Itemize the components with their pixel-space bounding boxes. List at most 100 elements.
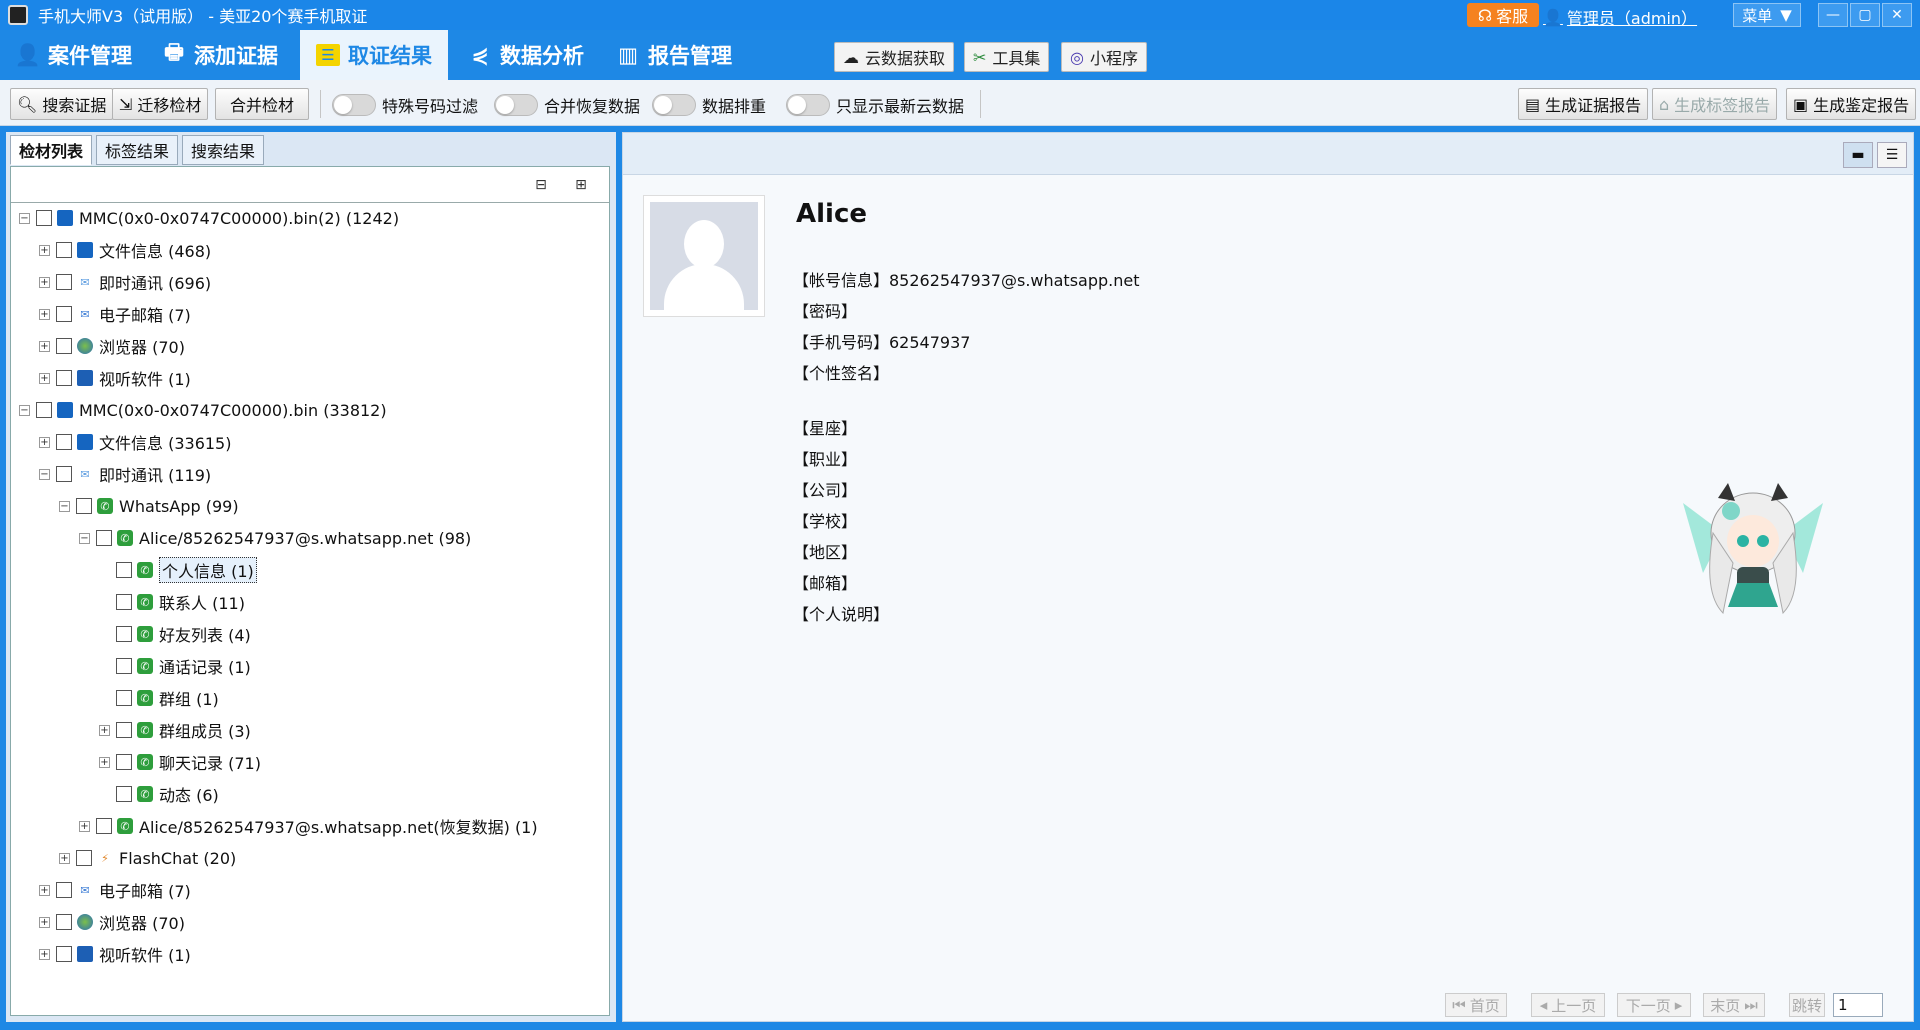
tree-checkbox[interactable] (76, 850, 92, 866)
expand-node-icon[interactable]: + (39, 436, 50, 448)
tree-checkbox[interactable] (56, 242, 72, 258)
toolkit-button[interactable]: ✂ 工具集 (964, 42, 1050, 72)
tree-node[interactable]: + 浏览器 (70) (39, 333, 185, 359)
tree-node[interactable]: − ✆ Alice/85262547937@s.whatsapp.net (98) (79, 525, 471, 551)
tree-checkbox[interactable] (56, 370, 72, 386)
tree-node[interactable]: + ✆ Alice/85262547937@s.whatsapp.net(恢复数据)… (79, 813, 538, 839)
expand-node-icon[interactable]: + (39, 340, 50, 352)
prev-page-button[interactable]: ◂ 上一页 (1531, 993, 1605, 1017)
tree-node[interactable]: + ✆ 群组成员 (3) (99, 717, 251, 743)
tree-node[interactable]: + ✉ 电子邮箱 (7) (39, 877, 191, 903)
expand-node-icon[interactable]: + (39, 308, 50, 320)
page-number-input[interactable]: 1 (1833, 993, 1883, 1017)
latest-cloud-data-toggle[interactable]: 只显示最新云数据 (786, 93, 964, 117)
tab-search-results[interactable]: 搜索结果 (182, 135, 265, 165)
expand-node-icon[interactable]: + (59, 852, 70, 864)
tree-checkbox[interactable] (116, 594, 132, 610)
tree-checkbox[interactable] (116, 658, 132, 674)
generate-appraisal-report-button[interactable]: ▣ 生成鉴定报告 (1786, 88, 1917, 120)
mini-program-button[interactable]: ◎ 小程序 (1061, 42, 1147, 72)
tree-checkbox[interactable] (116, 754, 132, 770)
next-page-button[interactable]: 下一页 ▸ (1617, 993, 1691, 1017)
tree-node[interactable]: ✆ 动态 (6) (99, 781, 219, 807)
close-button[interactable]: ✕ (1882, 3, 1912, 27)
collapse-node-icon[interactable]: − (59, 500, 70, 512)
tree-checkbox[interactable] (116, 786, 132, 802)
expand-node-icon[interactable]: + (99, 724, 110, 736)
tree-node[interactable]: − MMC(0x0-0x0747C00000).bin(2) (1242) (19, 205, 399, 231)
tree-checkbox[interactable] (36, 210, 52, 226)
merge-material-button[interactable]: 合并检材 (215, 88, 310, 120)
expand-node-icon[interactable]: + (39, 884, 50, 896)
customer-service-button[interactable]: ☊ 客服 (1467, 3, 1539, 27)
collapse-node-icon[interactable]: − (39, 468, 50, 480)
nav-case-management[interactable]: 👤 案件管理 (12, 30, 136, 80)
toggle-switch[interactable] (786, 94, 830, 116)
migrate-material-button[interactable]: ⇲ 迁移检材 (112, 88, 209, 120)
card-view-icon[interactable]: ▬ (1843, 142, 1873, 168)
menu-button[interactable]: 菜单 ▼ (1733, 3, 1801, 27)
tree-checkbox[interactable] (36, 402, 52, 418)
tree-checkbox[interactable] (116, 562, 132, 578)
tree-node[interactable]: + 文件信息 (33615) (39, 429, 231, 455)
tree-node[interactable]: ✆ 群组 (1) (99, 685, 219, 711)
search-evidence-button[interactable]: 🔍︎ 搜索证据 (10, 88, 114, 120)
toggle-switch[interactable] (332, 94, 376, 116)
expand-node-icon[interactable]: + (99, 756, 110, 768)
nav-add-evidence[interactable]: 🖶 添加证据 (158, 30, 282, 80)
tree-checkbox[interactable] (56, 274, 72, 290)
tree-node[interactable]: + ⚡ FlashChat (20) (59, 845, 236, 871)
minimize-button[interactable]: — (1818, 3, 1848, 27)
tab-material-list[interactable]: 检材列表 (10, 135, 93, 165)
collapse-node-icon[interactable]: − (79, 532, 90, 544)
tree-node[interactable]: ✆ 个人信息 (1) (99, 557, 257, 583)
tree-node[interactable]: ✆ 好友列表 (4) (99, 621, 251, 647)
tree-checkbox[interactable] (116, 626, 132, 642)
tree-checkbox[interactable] (56, 466, 72, 482)
tree-node[interactable]: ✆ 联系人 (11) (99, 589, 245, 615)
tree-checkbox[interactable] (116, 722, 132, 738)
expand-node-icon[interactable]: + (39, 948, 50, 960)
tree-node[interactable]: + ✉ 电子邮箱 (7) (39, 301, 191, 327)
tree-checkbox[interactable] (56, 338, 72, 354)
tree-node[interactable]: + 文件信息 (468) (39, 237, 211, 263)
cloud-data-button[interactable]: ☁ 云数据获取 (834, 42, 955, 72)
special-number-filter-toggle[interactable]: 特殊号码过滤 (332, 93, 478, 117)
nav-forensic-results[interactable]: ☰ 取证结果 (300, 30, 448, 80)
tree-checkbox[interactable] (76, 498, 92, 514)
toggle-switch[interactable] (652, 94, 696, 116)
tree-node[interactable]: − MMC(0x0-0x0747C00000).bin (33812) (19, 397, 387, 423)
collapse-node-icon[interactable]: − (19, 404, 30, 416)
deduplicate-data-toggle[interactable]: 数据排重 (652, 93, 766, 117)
tree-checkbox[interactable] (116, 690, 132, 706)
tab-tag-results[interactable]: 标签结果 (96, 135, 179, 165)
generate-evidence-report-button[interactable]: ▤ 生成证据报告 (1518, 88, 1649, 120)
tree-checkbox[interactable] (96, 818, 112, 834)
last-page-button[interactable]: 末页 ⏭ (1703, 993, 1765, 1017)
tree-node[interactable]: + 视听软件 (1) (39, 941, 191, 967)
tree-checkbox[interactable] (56, 914, 72, 930)
tree-checkbox[interactable] (56, 306, 72, 322)
first-page-button[interactable]: ⏮ 首页 (1445, 993, 1507, 1017)
expand-node-icon[interactable]: + (39, 916, 50, 928)
tree-node[interactable]: − ✆ WhatsApp (99) (59, 493, 239, 519)
list-view-icon[interactable]: ☰ (1877, 142, 1907, 168)
tree-checkbox[interactable] (56, 882, 72, 898)
tree-node[interactable]: ✆ 通话记录 (1) (99, 653, 251, 679)
merge-recovered-data-toggle[interactable]: 合并恢复数据 (494, 93, 640, 117)
tree-checkbox[interactable] (56, 434, 72, 450)
expand-node-icon[interactable]: + (79, 820, 90, 832)
toggle-switch[interactable] (494, 94, 538, 116)
expand-node-icon[interactable]: + (39, 276, 50, 288)
tree-node[interactable]: − ✉ 即时通讯 (119) (39, 461, 211, 487)
tree-checkbox[interactable] (56, 946, 72, 962)
tree-node[interactable]: + 浏览器 (70) (39, 909, 185, 935)
tree-checkbox[interactable] (96, 530, 112, 546)
collapse-all-icon[interactable]: ⊟ (529, 174, 553, 196)
expand-node-icon[interactable]: + (39, 244, 50, 256)
tree-node[interactable]: + 视听软件 (1) (39, 365, 191, 391)
generate-tag-report-button[interactable]: ⌂ 生成标签报告 (1652, 88, 1778, 120)
tree-node[interactable]: + ✆ 聊天记录 (71) (99, 749, 261, 775)
expand-all-icon[interactable]: ⊞ (569, 174, 593, 196)
collapse-node-icon[interactable]: − (19, 212, 30, 224)
